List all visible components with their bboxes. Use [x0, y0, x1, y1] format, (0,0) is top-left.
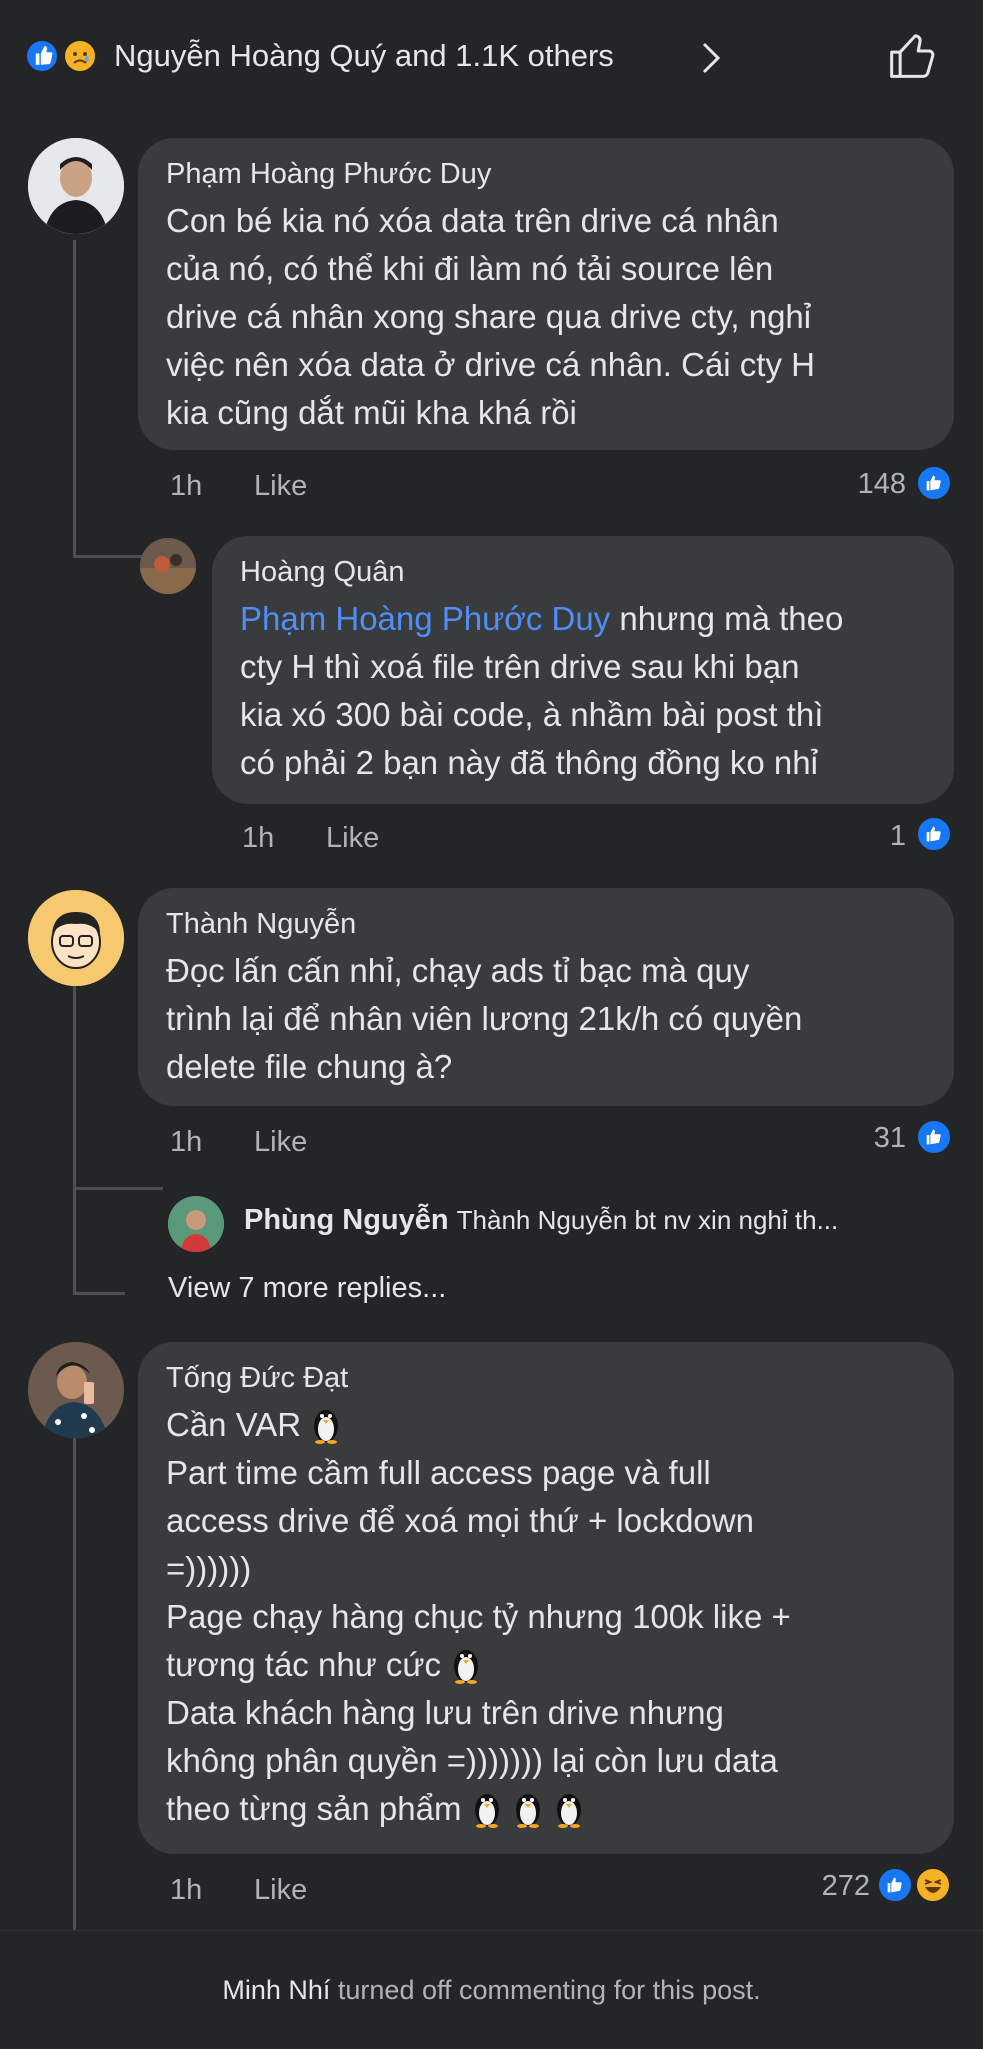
thread-line [73, 970, 76, 1295]
avatar[interactable] [168, 1196, 224, 1252]
comment-bubble[interactable]: Hoàng Quân Phạm Hoàng Phước Duy nhưng mà… [212, 536, 954, 804]
comment-line: Cần VAR [166, 1406, 302, 1443]
reply-preview-text: Thành Nguyễn bt nv xin nghỉ th... [456, 1205, 839, 1235]
comment-author[interactable]: Hoàng Quân [240, 556, 926, 589]
thread-line [73, 1187, 163, 1190]
comment-line: theo từng sản phẩm [166, 1790, 462, 1827]
like-button[interactable]: Like [254, 1126, 307, 1159]
comment-time: 1h [242, 822, 275, 854]
sad-reaction-icon [62, 38, 98, 74]
reaction-count[interactable]: 1 [850, 820, 906, 853]
like-button[interactable]: Like [326, 822, 379, 855]
like-reaction-icon [915, 464, 953, 502]
like-reaction-icon [876, 1866, 914, 1904]
penguin-emoji-icon [450, 1644, 482, 1684]
haha-reaction-icon [914, 1866, 952, 1904]
comment-author[interactable]: Tống Đức Đạt [166, 1362, 926, 1395]
reactions-summary-bar[interactable]: Nguyễn Hoàng Quý and 1.1K others [0, 0, 983, 112]
penguin-emoji-icon [310, 1404, 342, 1444]
reactors-text[interactable]: Nguyễn Hoàng Quý and 1.1K others [114, 38, 614, 74]
reply-author[interactable]: Phùng Nguyễn [244, 1204, 449, 1236]
thread-line [73, 555, 143, 558]
reaction-count[interactable]: 148 [820, 468, 906, 501]
comment-text: nhưng mà theo [610, 600, 844, 637]
penguin-emoji-icon [553, 1788, 585, 1828]
penguin-emoji-icon [512, 1788, 544, 1828]
comment-bubble[interactable]: Phạm Hoàng Phước Duy Con bé kia nó xóa d… [138, 138, 954, 450]
comment-author[interactable]: Thành Nguyễn [166, 908, 926, 941]
view-more-replies-link[interactable]: View 7 more replies... [168, 1272, 446, 1305]
reaction-count[interactable]: 31 [820, 1122, 906, 1155]
comment-line: Page chạy hàng chục tỷ nhưng 100k like + [166, 1598, 791, 1635]
thread-line [73, 1292, 125, 1295]
reaction-count[interactable]: 272 [790, 1870, 870, 1903]
like-outline-icon[interactable] [882, 28, 940, 86]
penguin-emoji-icon [471, 1788, 503, 1828]
comment-bubble[interactable]: Thành Nguyễn Đọc lấn cấn nhỉ, chạy ads t… [138, 888, 954, 1106]
thread-line [73, 240, 76, 558]
comment-bubble[interactable]: Tống Đức Đạt Cần VAR Part time cầm full … [138, 1342, 954, 1854]
comment-line: không phân quyền =))))))) lại còn lưu da… [166, 1742, 778, 1779]
comment-time: 1h [170, 1874, 203, 1906]
comment-line: =)))))) [166, 1550, 252, 1587]
comment-line: tương tác như cức [166, 1646, 442, 1683]
reply-preview[interactable]: Phùng Nguyễn Thành Nguyễn bt nv xin nghỉ… [244, 1204, 838, 1237]
like-reaction-icon [24, 38, 60, 74]
avatar[interactable] [28, 890, 124, 986]
comment-line: Part time cầm full access page và full [166, 1454, 711, 1491]
comment-line: Data khách hàng lưu trên drive nhưng [166, 1694, 724, 1731]
comment-time: 1h [170, 470, 203, 502]
avatar[interactable] [140, 538, 196, 594]
commenting-off-notice: Minh Nhí turned off commenting for this … [0, 1975, 983, 2006]
avatar[interactable] [28, 138, 124, 234]
like-button[interactable]: Like [254, 1874, 307, 1907]
comment-time: 1h [170, 1126, 203, 1158]
comment-line: access drive để xoá mọi thứ + lockdown [166, 1502, 754, 1539]
page-admin-name[interactable]: Minh Nhí [222, 1975, 330, 2005]
like-reaction-icon [915, 815, 953, 853]
avatar[interactable] [28, 1342, 124, 1438]
mention-link[interactable]: Phạm Hoàng Phước Duy [240, 600, 610, 637]
comment-text: Đọc lấn cấn nhỉ, chạy ads tỉ bạc mà quy … [166, 952, 803, 1085]
like-button[interactable]: Like [254, 470, 307, 503]
chevron-right-icon[interactable] [700, 38, 724, 78]
thread-line [73, 1436, 76, 1946]
comment-text: cty H thì xoá file trên drive sau khi bạ… [240, 648, 824, 781]
notice-text: turned off commenting for this post. [330, 1975, 761, 2005]
like-reaction-icon [915, 1118, 953, 1156]
comment-text: Con bé kia nó xóa data trên drive cá nhâ… [166, 202, 815, 431]
comment-author[interactable]: Phạm Hoàng Phước Duy [166, 158, 926, 191]
